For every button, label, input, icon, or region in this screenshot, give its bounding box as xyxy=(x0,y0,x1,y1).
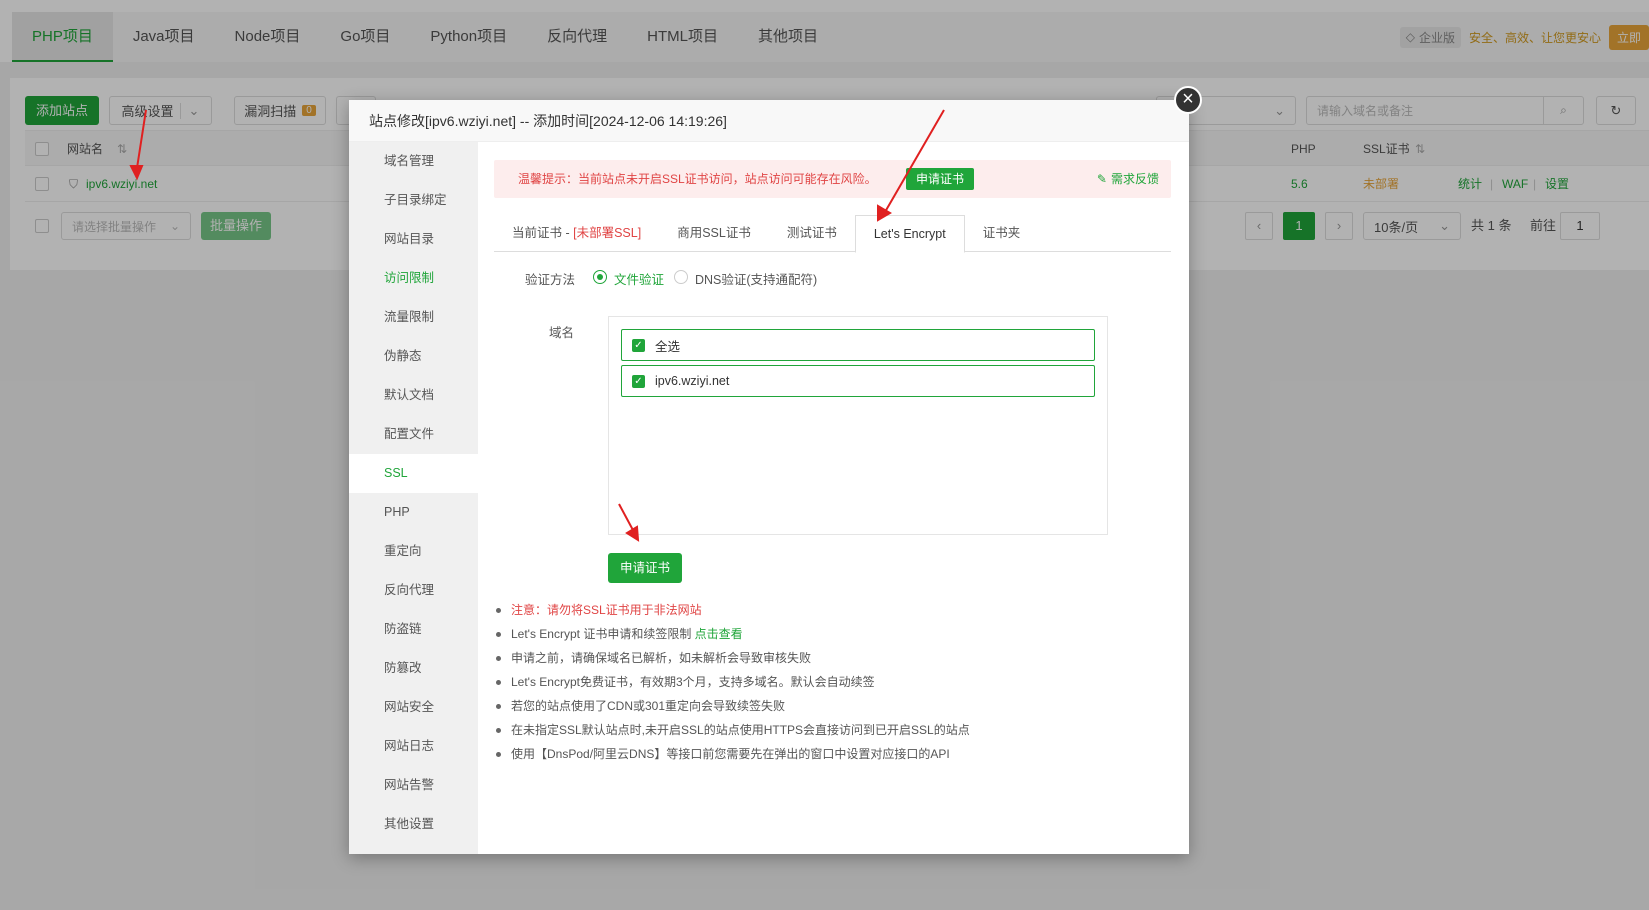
sidebar-item-rewrite[interactable]: 伪静态 xyxy=(349,337,478,376)
checkbox-checked-icon[interactable]: ✓ xyxy=(632,338,645,352)
sidebar-item-redirect[interactable]: 重定向 xyxy=(349,532,478,571)
domain-list: ✓ 全选 ✓ ipv6.wziyi.net xyxy=(608,316,1108,535)
select-all-domain[interactable]: ✓ 全选 xyxy=(621,329,1095,361)
sidebar-item-ssl[interactable]: SSL xyxy=(349,454,478,493)
sidebar-item-access-limit[interactable]: 访问限制 xyxy=(349,259,478,298)
tab-current-cert[interactable]: 当前证书 - [未部署SSL] xyxy=(494,215,659,252)
list-item: Let's Encrypt免费证书，有效期3个月，支持多域名。默认会自动续签 xyxy=(496,670,970,694)
notes-list: 注意：请勿将SSL证书用于非法网站 Let's Encrypt 证书申请和续签限… xyxy=(496,598,970,766)
sidebar-item-site-dir[interactable]: 网站目录 xyxy=(349,220,478,259)
dns-verify-label[interactable]: DNS验证(支持通配符) xyxy=(695,269,817,288)
domain-label: 域名 xyxy=(549,326,575,340)
sidebar-item-site-log[interactable]: 网站日志 xyxy=(349,727,478,766)
edit-icon: ✎ xyxy=(1096,172,1107,186)
sidebar-item-hotlink[interactable]: 防盗链 xyxy=(349,610,478,649)
tab-cert-folder[interactable]: 证书夹 xyxy=(965,215,1039,252)
alert-apply-cert-button[interactable]: 申请证书 xyxy=(906,168,975,190)
checkbox-checked-icon[interactable]: ✓ xyxy=(632,374,645,388)
alert-text: 温馨提示：当前站点未开启SSL证书访问，站点访问可能存在风险。 xyxy=(518,172,877,186)
sidebar-item-config-file[interactable]: 配置文件 xyxy=(349,415,478,454)
sidebar-item-traffic-limit[interactable]: 流量限制 xyxy=(349,298,478,337)
modal-sidebar: 域名管理 子目录绑定 网站目录 访问限制 流量限制 伪静态 默认文档 配置文件 … xyxy=(349,142,478,854)
sidebar-item-site-security[interactable]: 网站安全 xyxy=(349,688,478,727)
tab-test-cert[interactable]: 测试证书 xyxy=(769,215,855,252)
tab-letsencrypt[interactable]: Let's Encrypt xyxy=(854,215,965,253)
list-item: 申请之前，请确保域名已解析，如未解析会导致审核失败 xyxy=(496,646,970,670)
sidebar-item-php[interactable]: PHP xyxy=(349,493,478,532)
sidebar-item-subdir[interactable]: 子目录绑定 xyxy=(349,181,478,220)
file-verify-label[interactable]: 文件验证 xyxy=(614,269,664,288)
close-icon[interactable]: × xyxy=(1174,86,1202,114)
sidebar-item-other-settings[interactable]: 其他设置 xyxy=(349,805,478,844)
list-item: Let's Encrypt 证书申请和续签限制 点击查看 xyxy=(496,622,970,646)
list-item: 若您的站点使用了CDN或301重定向会导致续签失败 xyxy=(496,694,970,718)
sidebar-item-domain[interactable]: 域名管理 xyxy=(349,142,478,181)
list-item: 在未指定SSL默认站点时,未开启SSL的站点使用HTTPS会直接访问到已开启SS… xyxy=(496,718,970,742)
cert-status: [未部署SSL] xyxy=(573,226,642,240)
domain-item[interactable]: ✓ ipv6.wziyi.net xyxy=(621,365,1095,397)
modal-title: 站点修改[ipv6.wziyi.net] -- 添加时间[2024-12-06 … xyxy=(349,100,1189,142)
tab-commercial-ssl[interactable]: 商用SSL证书 xyxy=(659,215,769,252)
sidebar-item-reverse-proxy[interactable]: 反向代理 xyxy=(349,571,478,610)
ssl-warning-alert: 温馨提示：当前站点未开启SSL证书访问，站点访问可能存在风险。 申请证书 ✎ 需… xyxy=(494,160,1171,198)
site-edit-modal: 站点修改[ipv6.wziyi.net] -- 添加时间[2024-12-06 … xyxy=(349,100,1189,854)
ssl-tabs: 当前证书 - [未部署SSL] 商用SSL证书 测试证书 Let's Encry… xyxy=(494,215,1171,253)
verify-method-label: 验证方法 xyxy=(525,273,576,287)
apply-cert-button[interactable]: 申请证书 xyxy=(608,553,682,583)
list-item: 注意：请勿将SSL证书用于非法网站 xyxy=(496,598,970,622)
list-item: 使用【DnsPod/阿里云DNS】等接口前您需要先在弹出的窗口中设置对应接口的A… xyxy=(496,742,970,766)
ssl-panel: 温馨提示：当前站点未开启SSL证书访问，站点访问可能存在风险。 申请证书 ✎ 需… xyxy=(478,142,1189,854)
sidebar-item-default-doc[interactable]: 默认文档 xyxy=(349,376,478,415)
view-limits-link[interactable]: 点击查看 xyxy=(695,622,743,646)
dns-verify-radio[interactable] xyxy=(674,270,688,284)
sidebar-item-tamper-proof[interactable]: 防篡改 xyxy=(349,649,478,688)
file-verify-radio[interactable] xyxy=(593,270,607,284)
sidebar-item-site-alert[interactable]: 网站告警 xyxy=(349,766,478,805)
feedback-link[interactable]: ✎ 需求反馈 xyxy=(1097,160,1159,198)
